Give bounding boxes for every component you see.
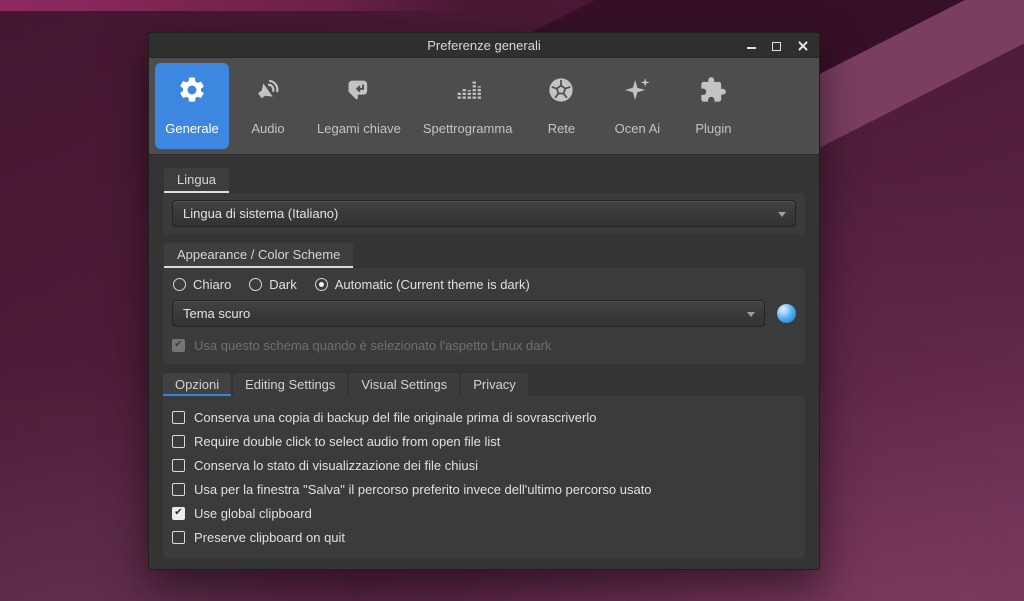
radio-label: Dark xyxy=(269,277,296,292)
options-panel: Conserva una copia di backup del file or… xyxy=(163,396,805,558)
checkbox-row-preserve-clipboard[interactable]: Preserve clipboard on quit xyxy=(172,525,796,549)
toolbar-item-label: Rete xyxy=(548,111,575,145)
toolbar-item-label: Generale xyxy=(165,111,218,145)
puzzle-icon xyxy=(699,69,727,111)
window-title: Preferenze generali xyxy=(149,38,819,53)
tab-opzioni[interactable]: Opzioni xyxy=(163,373,231,396)
minimize-icon xyxy=(747,40,756,49)
checkbox-label: Use global clipboard xyxy=(194,506,312,521)
language-panel: Lingua di sistema (Italiano) xyxy=(163,193,805,234)
radio-chiaro[interactable]: Chiaro xyxy=(173,277,231,292)
theme-dropdown-value: Tema scuro xyxy=(183,306,250,321)
theme-radio-group: Chiaro Dark Automatic (Current theme is … xyxy=(172,275,796,300)
checkbox-label: Conserva lo stato di visualizzazione dei… xyxy=(194,458,478,473)
options-tab-bar: Opzioni Editing Settings Visual Settings… xyxy=(163,373,805,396)
chevron-down-icon xyxy=(747,312,755,317)
checkbox-checked-disabled-icon xyxy=(172,339,185,352)
maximize-icon xyxy=(772,42,781,51)
toolbar-item-spettrogramma[interactable]: Spettrogramma xyxy=(413,63,523,149)
close-button[interactable] xyxy=(797,40,809,52)
toolbar-item-label: Audio xyxy=(251,111,284,145)
gear-icon xyxy=(177,69,207,111)
checkbox-label: Preserve clipboard on quit xyxy=(194,530,345,545)
minimize-button[interactable] xyxy=(747,40,759,52)
wallpaper-top-strip xyxy=(0,0,471,11)
checkbox-row-double-click[interactable]: Require double click to select audio fro… xyxy=(172,429,796,453)
chevron-down-icon xyxy=(778,212,786,217)
toolbar-item-legami-chiave[interactable]: Legami chiave xyxy=(307,63,411,149)
options-section: Opzioni Editing Settings Visual Settings… xyxy=(163,373,805,558)
checkbox-checked-icon xyxy=(172,507,185,520)
radio-dark[interactable]: Dark xyxy=(249,277,296,292)
toolbar-item-label: Ocen Ai xyxy=(615,111,661,145)
globe-icon xyxy=(547,69,575,111)
checkbox-row-backup-copy[interactable]: Conserva una copia di backup del file or… xyxy=(172,405,796,429)
toolbar-item-generale[interactable]: Generale xyxy=(155,63,229,149)
radio-selected-icon xyxy=(315,278,328,291)
checkbox-label: Usa questo schema quando è selezionato l… xyxy=(194,338,551,353)
toolbar-item-rete[interactable]: Rete xyxy=(524,63,598,149)
tab-lingua[interactable]: Lingua xyxy=(164,168,229,193)
checkbox-row-global-clipboard[interactable]: Use global clipboard xyxy=(172,501,796,525)
color-swatch-sphere[interactable] xyxy=(777,304,796,323)
checkbox-label: Require double click to select audio fro… xyxy=(194,434,500,449)
checkbox-label: Conserva una copia di backup del file or… xyxy=(194,410,596,425)
spectrogram-icon xyxy=(453,69,483,111)
checkbox-unchecked-icon xyxy=(172,459,185,472)
titlebar[interactable]: Preferenze generali xyxy=(149,33,819,58)
toolbar-item-audio[interactable]: Audio xyxy=(231,63,305,149)
language-dropdown[interactable]: Lingua di sistema (Italiano) xyxy=(172,200,796,227)
preferences-window: Preferenze generali Generale Audio Legam… xyxy=(148,32,820,570)
preferences-toolbar: Generale Audio Legami chiave Spettrogram… xyxy=(149,58,819,155)
checkbox-unchecked-icon xyxy=(172,483,185,496)
radio-automatic[interactable]: Automatic (Current theme is dark) xyxy=(315,277,530,292)
radio-icon xyxy=(249,278,262,291)
desktop: { "window": { "title": "Preferenze gener… xyxy=(0,0,1024,601)
window-controls xyxy=(747,33,809,58)
checkbox-label: Usa per la finestra "Salva" il percorso … xyxy=(194,482,652,497)
appearance-section: Appearance / Color Scheme Chiaro Dark Au… xyxy=(163,243,805,364)
checkbox-unchecked-icon xyxy=(172,435,185,448)
checkbox-unchecked-icon xyxy=(172,411,185,424)
linux-dark-checkbox-row: Usa questo schema quando è selezionato l… xyxy=(172,333,796,357)
radio-label: Automatic (Current theme is dark) xyxy=(335,277,530,292)
tab-appearance[interactable]: Appearance / Color Scheme xyxy=(164,243,353,268)
speaker-icon xyxy=(253,69,283,111)
language-section: Lingua Lingua di sistema (Italiano) xyxy=(163,168,805,234)
checkbox-unchecked-icon xyxy=(172,531,185,544)
tab-editing-settings[interactable]: Editing Settings xyxy=(233,373,347,396)
toolbar-item-label: Plugin xyxy=(695,111,731,145)
toolbar-item-label: Spettrogramma xyxy=(423,111,513,145)
checkbox-row-save-path[interactable]: Usa per la finestra "Salva" il percorso … xyxy=(172,477,796,501)
theme-dropdown[interactable]: Tema scuro xyxy=(172,300,765,327)
sparkle-icon xyxy=(622,69,652,111)
theme-row: Tema scuro xyxy=(172,300,796,327)
toolbar-item-plugin[interactable]: Plugin xyxy=(676,63,750,149)
tab-privacy[interactable]: Privacy xyxy=(461,373,528,396)
toolbar-item-ocen-ai[interactable]: Ocen Ai xyxy=(600,63,674,149)
tab-visual-settings[interactable]: Visual Settings xyxy=(349,373,459,396)
toolbar-item-label: Legami chiave xyxy=(317,111,401,145)
maximize-button[interactable] xyxy=(772,40,784,52)
appearance-panel: Chiaro Dark Automatic (Current theme is … xyxy=(163,268,805,364)
radio-label: Chiaro xyxy=(193,277,231,292)
language-dropdown-value: Lingua di sistema (Italiano) xyxy=(183,206,338,221)
preferences-content: Lingua Lingua di sistema (Italiano) Appe… xyxy=(149,155,819,569)
radio-icon xyxy=(173,278,186,291)
checkbox-row-view-state[interactable]: Conserva lo stato di visualizzazione dei… xyxy=(172,453,796,477)
keyboard-key-icon xyxy=(345,69,373,111)
